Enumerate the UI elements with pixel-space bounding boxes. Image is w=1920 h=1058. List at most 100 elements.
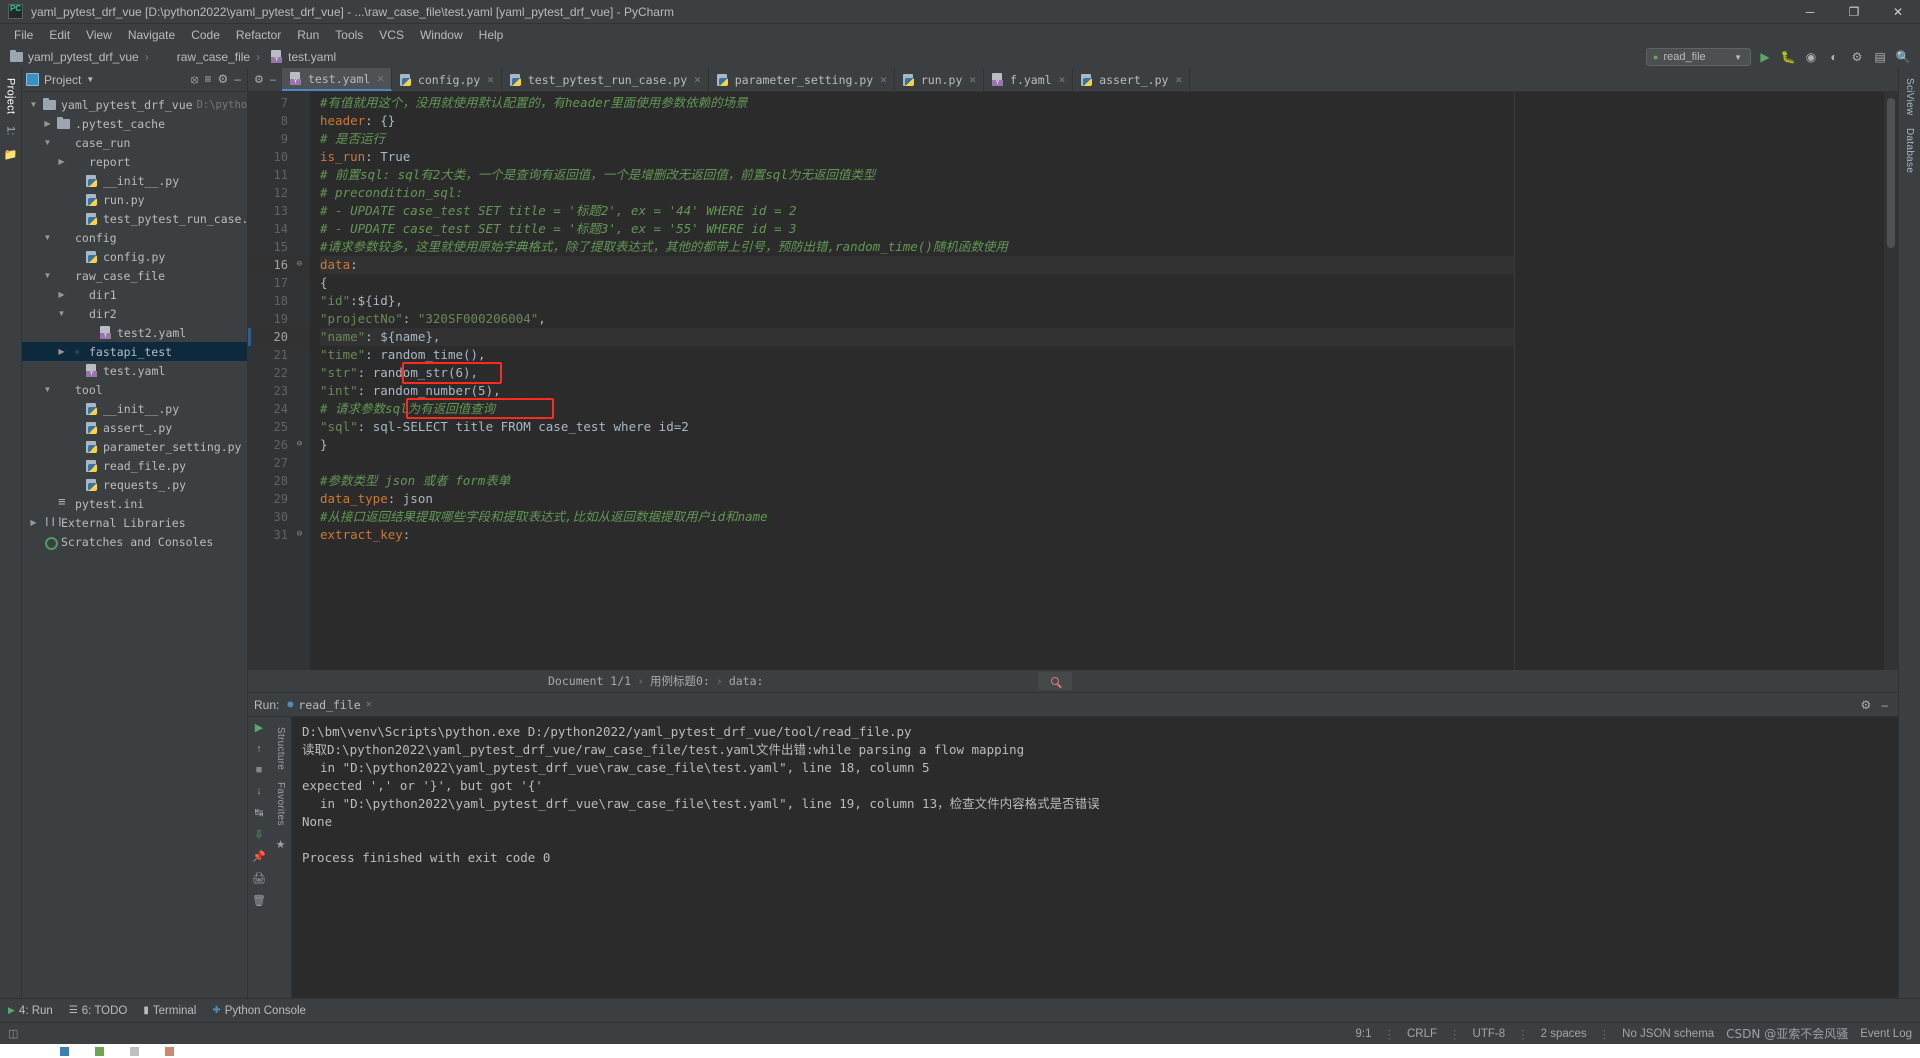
json-schema-selector[interactable]: No JSON schema (1622, 1028, 1714, 1040)
tree-node-config[interactable]: ▼ config (22, 228, 247, 247)
bottom-tab-terminal[interactable]: ▮ Terminal (143, 1005, 196, 1017)
tree-node-case_run[interactable]: ▼ case_run (22, 133, 247, 152)
line-number[interactable]: 31 ⊖ (248, 526, 310, 544)
tree-node-__init__-py[interactable]: ▶__init__.py (22, 171, 247, 190)
down-icon[interactable]: ↓ (256, 785, 262, 797)
tree-node-report[interactable]: ▶ report (22, 152, 247, 171)
tree-node-requests_-py[interactable]: ▶requests_.py (22, 475, 247, 494)
line-number[interactable]: 20 (248, 328, 310, 346)
line-number[interactable]: 8 (248, 112, 310, 130)
project-structure-icon[interactable]: ◫ (8, 1027, 18, 1040)
menu-run[interactable]: Run (289, 26, 327, 44)
event-log-button[interactable]: Event Log (1860, 1028, 1912, 1040)
tree-node--pytest_cache[interactable]: ▶ .pytest_cache (22, 114, 247, 133)
tool-tab-database[interactable]: Database (1902, 122, 1917, 179)
tree-node-fastapi_test[interactable]: ▶ fastapi_test (22, 342, 247, 361)
line-number[interactable]: 13 (248, 202, 310, 220)
tool-tab-project[interactable]: Project (3, 72, 19, 120)
hide-panel-icon[interactable]: ‒ (270, 74, 276, 86)
chevron-down-icon[interactable]: ▼ (42, 271, 53, 280)
scroll-to-end-icon[interactable]: ⇩ (254, 828, 263, 841)
code-fold-icon[interactable]: ⊖ (295, 260, 304, 269)
tree-node-pytest-ini[interactable]: ▶pytest.ini (22, 494, 247, 513)
minimize-button[interactable]: ─ (1788, 0, 1832, 24)
code-fold-icon[interactable]: ⊖ (295, 530, 304, 539)
line-number[interactable]: 14 (248, 220, 310, 238)
layout-icon[interactable]: ▤ (1871, 48, 1889, 66)
line-number[interactable]: 27 (248, 454, 310, 472)
editor-tab-config-py[interactable]: config.py ✕ (392, 68, 502, 91)
tree-node-dir2[interactable]: ▼ dir2 (22, 304, 247, 323)
bottom-tab-python-console[interactable]: ✚ Python Console (212, 1005, 306, 1017)
line-number[interactable]: 15 (248, 238, 310, 256)
bottom-tab-run[interactable]: ▶ 4: Run (8, 1005, 53, 1017)
chevron-down-icon[interactable]: ▼ (86, 75, 94, 84)
line-number[interactable]: 7 (248, 94, 310, 112)
chevron-down-icon[interactable]: ▼ (42, 138, 53, 147)
close-button[interactable]: ✕ (1876, 0, 1920, 24)
tree-node-yaml_pytest_drf_vue[interactable]: ▼ yaml_pytest_drf_vue D:\python2022\ (22, 95, 247, 114)
gear-icon[interactable]: ⚙ (254, 73, 264, 86)
taskbar-icon-2[interactable] (95, 1046, 104, 1056)
tree-node-test_pytest_run_case-py[interactable]: ▶test_pytest_run_case.py (22, 209, 247, 228)
chevron-right-icon[interactable]: ▶ (28, 518, 39, 527)
print-icon[interactable]: 🖨 (252, 872, 266, 885)
run-icon[interactable]: ▶ (1756, 48, 1774, 66)
close-icon[interactable]: ✕ (694, 73, 701, 86)
line-number[interactable]: 16 ⊖ (248, 256, 310, 274)
editor-tab-f-yaml[interactable]: f.yaml ✕ (984, 68, 1074, 91)
close-icon[interactable]: ✕ (880, 73, 887, 86)
close-icon[interactable]: ✕ (1175, 73, 1182, 86)
bottom-tab-todo[interactable]: ☰ 6: TODO (69, 1005, 128, 1017)
tree-node-config-py[interactable]: ▶config.py (22, 247, 247, 266)
breadcrumb-raw-case-file[interactable]: raw_case_file › (155, 50, 266, 64)
rerun-icon[interactable]: ▶ (255, 721, 263, 734)
chevron-down-icon[interactable]: ▼ (42, 385, 53, 394)
pin-icon[interactable]: 📌 (252, 850, 266, 863)
chevron-right-icon[interactable]: ▶ (56, 347, 67, 356)
tree-node-tool[interactable]: ▼ tool (22, 380, 247, 399)
line-number[interactable]: 24 (248, 400, 310, 418)
search-icon[interactable]: 🔍 (1894, 48, 1912, 66)
folder-icon[interactable]: 📁 (4, 148, 18, 161)
breadcrumb-test-yaml[interactable]: test.yaml (266, 50, 340, 64)
gear-icon[interactable]: ⚙ (1861, 698, 1872, 712)
coverage-icon[interactable]: ◉ (1802, 48, 1820, 66)
tree-node-dir1[interactable]: ▶ dir1 (22, 285, 247, 304)
stop-icon[interactable]: ■ (256, 764, 263, 776)
chevron-right-icon[interactable]: ▶ (56, 157, 67, 166)
profile-icon[interactable]: ◐ (1825, 48, 1843, 66)
run-configuration-selector[interactable]: ● read_file ▼ (1646, 48, 1751, 66)
locate-target-icon[interactable]: ⦻ (191, 72, 199, 87)
line-number[interactable]: 19 (248, 310, 310, 328)
close-icon[interactable]: ✕ (366, 699, 372, 710)
soft-wrap-icon[interactable]: ↹ (254, 806, 263, 819)
close-icon[interactable]: ✕ (377, 72, 384, 85)
editor-tab-run-py[interactable]: run.py ✕ (895, 68, 985, 91)
hide-panel-icon[interactable]: ‒ (234, 72, 241, 87)
tool-tab-structure-vertical[interactable]: Structure (273, 721, 288, 776)
tree-node-run-py[interactable]: ▶run.py (22, 190, 247, 209)
line-number[interactable]: 21 (248, 346, 310, 364)
line-number[interactable]: 17 (248, 274, 310, 292)
chevron-right-icon[interactable]: ▶ (42, 119, 53, 128)
menu-refactor[interactable]: Refactor (228, 26, 289, 44)
editor-tab-test-yaml[interactable]: test.yaml ✕ (282, 68, 392, 91)
chevron-down-icon[interactable]: ▼ (42, 233, 53, 242)
inspect-icon[interactable]: ⚙ (1848, 48, 1866, 66)
menu-code[interactable]: Code (183, 26, 228, 44)
taskbar-icon-1[interactable] (60, 1046, 69, 1056)
tree-node-parameter_setting-py[interactable]: ▶parameter_setting.py (22, 437, 247, 456)
editor-tab-parameter_setting-py[interactable]: parameter_setting.py ✕ (709, 68, 895, 91)
indent-setting[interactable]: 2 spaces (1541, 1028, 1587, 1040)
tree-node-read_file-py[interactable]: ▶read_file.py (22, 456, 247, 475)
tree-node-raw_case_file[interactable]: ▼ raw_case_file (22, 266, 247, 285)
tool-tab-sciview[interactable]: SciView (1902, 72, 1917, 122)
line-number[interactable]: 10 (248, 148, 310, 166)
line-number[interactable]: 29 (248, 490, 310, 508)
chevron-right-icon[interactable]: ▶ (56, 290, 67, 299)
line-number[interactable]: 28 (248, 472, 310, 490)
breadcrumb-project[interactable]: yaml_pytest_drf_vue › (6, 50, 155, 64)
run-tab-read-file[interactable]: ● read_file ✕ (287, 698, 371, 712)
line-number[interactable]: 25 (248, 418, 310, 436)
